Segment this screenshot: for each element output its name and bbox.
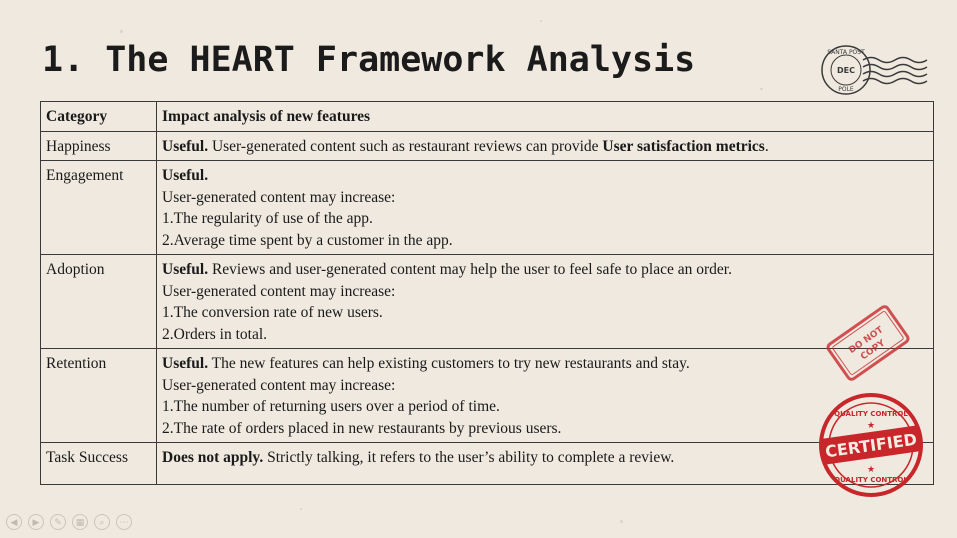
impact-cell: Useful. User-generated content may incre… xyxy=(156,160,934,255)
paper-speck xyxy=(620,520,623,523)
header-category: Category xyxy=(40,101,157,132)
table-row-happiness: Happiness Useful. User-generated content… xyxy=(40,130,934,161)
impact-text: User-generated content such as restauran… xyxy=(208,137,603,155)
impact-lead: Useful. xyxy=(162,137,209,155)
slide-title: 1. The HEART Framework Analysis xyxy=(42,40,696,80)
postmark-top-text: SANTA POST xyxy=(827,49,865,56)
paper-speck xyxy=(540,20,542,22)
impact-line: User-generated content may increase: xyxy=(162,188,396,206)
paper-speck xyxy=(300,508,302,510)
impact-lead: Does not apply. xyxy=(162,449,264,466)
category-cell: Happiness xyxy=(40,130,157,161)
impact-emphasis: User satisfaction metrics xyxy=(602,137,765,155)
slideshow-controls: ◀ ▶ ✎ ▦ ⌕ ⋯ xyxy=(6,514,132,530)
postmark-icon: SANTA POST DEC POLE xyxy=(821,45,928,95)
svg-text:QUALITY CONTROL: QUALITY CONTROL xyxy=(834,410,908,418)
svg-text:★: ★ xyxy=(867,421,875,431)
impact-line: User-generated content may increase: xyxy=(162,282,396,300)
header-impact: Impact analysis of new features xyxy=(156,101,934,132)
category-cell: Retention xyxy=(40,348,157,443)
impact-line: 2.The rate of orders placed in new resta… xyxy=(162,419,562,437)
impact-cell: Useful. Reviews and user-generated conte… xyxy=(156,254,934,349)
category-cell: Engagement xyxy=(40,160,157,255)
more-icon[interactable]: ⋯ xyxy=(116,514,132,530)
svg-text:QUALITY CONTROL: QUALITY CONTROL xyxy=(834,476,908,484)
impact-line: 1.The number of returning users over a p… xyxy=(162,398,500,415)
impact-lead: Useful. xyxy=(162,261,209,278)
impact-tail: . xyxy=(764,137,769,155)
impact-lead: Useful. xyxy=(162,355,209,372)
certified-stamp: QUALITY CONTROL QUALITY CONTROL CERTIFIE… xyxy=(819,393,923,497)
slides-icon[interactable]: ▦ xyxy=(72,514,88,530)
impact-text: The new features can help existing custo… xyxy=(208,355,690,372)
impact-line: 2.Orders in total. xyxy=(162,325,268,343)
table-header-row: Category Impact analysis of new features xyxy=(40,101,934,132)
impact-line: User-generated content may increase: xyxy=(162,376,396,394)
paper-speck xyxy=(760,88,763,90)
pen-icon[interactable]: ✎ xyxy=(50,514,66,530)
table-row-retention: Retention Useful. The new features can h… xyxy=(40,348,934,443)
impact-text: Strictly talking, it refers to the user’… xyxy=(263,449,675,466)
do-not-copy-stamp: DO NOT COPY xyxy=(826,305,910,381)
paper-speck xyxy=(120,30,123,33)
heart-table: Category Impact analysis of new features… xyxy=(40,101,934,485)
prev-icon[interactable]: ◀ xyxy=(6,514,22,530)
impact-cell: Useful. User-generated content such as r… xyxy=(156,130,934,161)
impact-line: 2.Average time spent by a customer in th… xyxy=(162,231,453,249)
table-row-engagement: Engagement Useful. User-generated conten… xyxy=(40,160,934,255)
postmark-bottom-text: POLE xyxy=(838,86,854,93)
impact-text: Reviews and user-generated content may h… xyxy=(208,261,732,278)
svg-text:★: ★ xyxy=(867,465,875,475)
table-row-adoption: Adoption Useful. Reviews and user-genera… xyxy=(40,254,934,349)
zoom-icon[interactable]: ⌕ xyxy=(94,514,110,530)
table-row-task-success: Task Success Does not apply. Strictly ta… xyxy=(40,442,934,485)
impact-line: 1.The regularity of use of the app. xyxy=(162,210,373,227)
postmark-mid-text: DEC xyxy=(837,66,855,75)
category-cell: Task Success xyxy=(40,442,157,485)
category-cell: Adoption xyxy=(40,254,157,349)
impact-line: 1.The conversion rate of new users. xyxy=(162,304,383,321)
impact-lead: Useful. xyxy=(162,167,209,184)
next-icon[interactable]: ▶ xyxy=(28,514,44,530)
